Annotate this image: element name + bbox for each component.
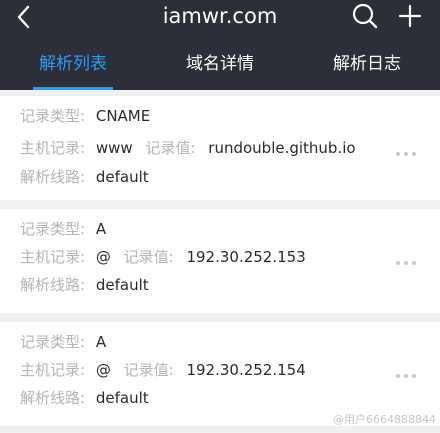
host-record-row: 主机记录: www 记录值: rundouble.github.io xyxy=(20,137,356,159)
dot-icon xyxy=(396,151,400,156)
app-header: iamwr.com 解析列表 域名详情 解析日志 xyxy=(0,0,440,90)
host-record-value: www xyxy=(95,139,133,157)
dot-icon xyxy=(412,373,416,378)
more-options-button[interactable] xyxy=(396,365,426,381)
resolve-line-value: default xyxy=(95,389,149,407)
tab-label: 解析列表 xyxy=(39,54,107,74)
record-type-row: 记录类型: A xyxy=(20,218,106,240)
resolve-line-value: default xyxy=(95,168,149,186)
plus-icon xyxy=(398,4,422,28)
tab-domain-details[interactable]: 域名详情 xyxy=(147,46,293,90)
search-button[interactable] xyxy=(350,1,380,31)
record-type-value: CNAME xyxy=(95,107,151,125)
record-value-label: 记录值: xyxy=(123,361,174,379)
watermark: @用户6664888844 xyxy=(333,413,436,426)
resolve-line-row: 解析线路: default xyxy=(20,387,149,409)
record-value-label: 记录值: xyxy=(145,139,196,157)
host-record-label: 主机记录: xyxy=(20,139,86,157)
resolve-line-label: 解析线路: xyxy=(20,389,86,407)
dot-icon xyxy=(404,151,408,156)
record-type-value: A xyxy=(95,333,107,351)
record-card[interactable]: 记录类型: A 主机记录: @ 记录值: 192.30.252.153 解析线路… xyxy=(0,209,440,313)
record-type-value: A xyxy=(95,220,107,238)
tab-label: 解析日志 xyxy=(333,54,401,74)
tab-bar: 解析列表 域名详情 解析日志 xyxy=(0,46,440,90)
more-options-button[interactable] xyxy=(396,252,426,268)
dot-icon xyxy=(404,373,408,378)
dot-icon xyxy=(412,260,416,265)
record-value-value: rundouble.github.io xyxy=(208,139,356,157)
tab-label: 域名详情 xyxy=(186,54,254,74)
dot-icon xyxy=(404,260,408,265)
record-list: 记录类型: CNAME 主机记录: www 记录值: rundouble.git… xyxy=(0,90,440,433)
resolve-line-value: default xyxy=(95,276,149,294)
search-icon xyxy=(352,3,378,29)
record-value-value: 192.30.252.153 xyxy=(186,248,306,266)
dot-icon xyxy=(396,260,400,265)
host-record-value: @ xyxy=(95,248,111,266)
resolve-line-row: 解析线路: default xyxy=(20,274,149,296)
host-record-value: @ xyxy=(95,361,111,379)
host-record-label: 主机记录: xyxy=(20,361,86,379)
record-type-label: 记录类型: xyxy=(20,333,86,351)
host-record-label: 主机记录: xyxy=(20,248,86,266)
record-type-label: 记录类型: xyxy=(20,220,86,238)
resolve-line-label: 解析线路: xyxy=(20,276,86,294)
host-record-row: 主机记录: @ 记录值: 192.30.252.153 xyxy=(20,246,306,268)
record-value-value: 192.30.252.154 xyxy=(186,361,306,379)
tab-resolve-list[interactable]: 解析列表 xyxy=(0,46,146,90)
resolve-line-row: 解析线路: default xyxy=(20,166,149,188)
dot-icon xyxy=(412,151,416,156)
record-value-label: 记录值: xyxy=(123,248,174,266)
tab-resolve-log[interactable]: 解析日志 xyxy=(294,46,440,90)
resolve-line-label: 解析线路: xyxy=(20,168,86,186)
host-record-row: 主机记录: @ 记录值: 192.30.252.154 xyxy=(20,359,306,381)
more-options-button[interactable] xyxy=(396,143,426,159)
record-type-label: 记录类型: xyxy=(20,107,86,125)
record-type-row: 记录类型: CNAME xyxy=(20,105,150,127)
record-type-row: 记录类型: A xyxy=(20,331,106,353)
record-card[interactable]: 记录类型: CNAME 主机记录: www 记录值: rundouble.git… xyxy=(0,96,440,200)
dot-icon xyxy=(396,373,400,378)
add-record-button[interactable] xyxy=(396,1,424,31)
